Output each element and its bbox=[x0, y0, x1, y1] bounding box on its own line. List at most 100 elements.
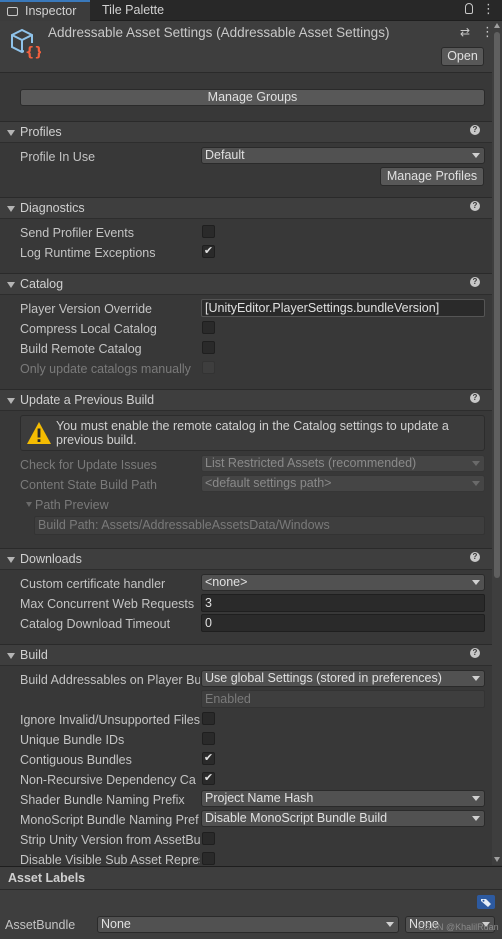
compress-local-catalog-checkbox[interactable] bbox=[202, 321, 215, 334]
monoscript-prefix-dropdown[interactable]: Disable MonoScript Bundle Build bbox=[201, 810, 485, 827]
preset-icon[interactable]: ⇄ bbox=[460, 25, 470, 39]
lock-icon[interactable] bbox=[465, 3, 473, 14]
chevron-down-icon bbox=[472, 676, 480, 681]
disable-visible-sub-asset-checkbox[interactable] bbox=[202, 852, 215, 865]
watermark: CSDN @KhalilRuan bbox=[418, 922, 499, 932]
disable-visible-sub-asset-label: Disable Visible Sub Asset Repres bbox=[20, 853, 200, 867]
build-remote-catalog-checkbox[interactable] bbox=[202, 341, 215, 354]
catalog-section-header[interactable]: Catalog ? bbox=[0, 273, 492, 295]
compress-local-catalog-label: Compress Local Catalog bbox=[20, 322, 157, 336]
tab-inspector-label: Inspector bbox=[25, 4, 77, 18]
warning-message: You must enable the remote catalog in th… bbox=[56, 419, 449, 447]
asset-labels-panel: Asset Labels AssetBundle None None CSDN … bbox=[0, 866, 502, 939]
help-icon[interactable]: ? bbox=[470, 552, 480, 562]
cert-handler-value: <none> bbox=[205, 575, 248, 589]
foldout-arrow-icon bbox=[7, 282, 15, 288]
warning-icon bbox=[27, 422, 51, 444]
check-update-issues-value: List Restricted Assets (recommended) bbox=[205, 456, 417, 470]
manage-profiles-button[interactable]: Manage Profiles bbox=[380, 167, 484, 186]
foldout-arrow-icon bbox=[7, 398, 15, 404]
warning-box: You must enable the remote catalog in th… bbox=[20, 415, 485, 451]
non-recursive-checkbox[interactable]: ✔ bbox=[202, 772, 215, 785]
scrollbar-thumb[interactable] bbox=[494, 32, 500, 578]
build-path-field: Build Path: Assets/AddressableAssetsData… bbox=[34, 516, 485, 535]
enabled-field: Enabled bbox=[201, 690, 485, 708]
player-version-override-label: Player Version Override bbox=[20, 302, 153, 316]
inspector-header: {} Addressable Asset Settings (Addressab… bbox=[0, 21, 494, 73]
log-runtime-exceptions-checkbox[interactable]: ✔ bbox=[202, 245, 215, 258]
player-version-override-input[interactable]: [UnityEditor.PlayerSettings.bundleVersio… bbox=[201, 299, 485, 317]
more-menu-icon[interactable]: ⋮ bbox=[482, 1, 495, 17]
unique-bundle-ids-label: Unique Bundle IDs bbox=[20, 733, 125, 747]
tab-tile-palette[interactable]: Tile Palette bbox=[102, 0, 182, 21]
content-state-path-value: <default settings path> bbox=[205, 476, 332, 490]
tab-tile-palette-label: Tile Palette bbox=[102, 3, 165, 17]
downloads-title: Downloads bbox=[20, 552, 82, 566]
assetbundle-label: AssetBundle bbox=[5, 918, 76, 932]
build-on-player-label: Build Addressables on Player Bu bbox=[20, 673, 200, 687]
scroll-down-icon[interactable] bbox=[494, 857, 500, 862]
build-on-player-value: Use global Settings (stored in preferenc… bbox=[205, 671, 442, 685]
foldout-arrow-icon bbox=[7, 653, 15, 659]
open-button[interactable]: Open bbox=[441, 47, 484, 66]
max-requests-label: Max Concurrent Web Requests bbox=[20, 597, 195, 611]
non-recursive-label: Non-Recursive Dependency Ca bbox=[20, 773, 196, 787]
help-icon[interactable]: ? bbox=[470, 125, 480, 135]
unique-bundle-ids-checkbox[interactable] bbox=[202, 732, 215, 745]
content-state-path-dropdown: <default settings path> bbox=[201, 475, 485, 492]
asset-labels-title: Asset Labels bbox=[8, 871, 86, 885]
downloads-section-header[interactable]: Downloads ? bbox=[0, 548, 492, 570]
chevron-down-icon bbox=[386, 922, 394, 927]
foldout-arrow-icon bbox=[7, 206, 15, 212]
help-icon[interactable]: ? bbox=[470, 277, 480, 287]
chevron-down-icon bbox=[472, 796, 480, 801]
label-tag-icon[interactable] bbox=[477, 895, 495, 909]
assetbundle-dropdown[interactable]: None bbox=[97, 916, 399, 933]
strip-unity-version-label: Strip Unity Version from AssetBu bbox=[20, 833, 200, 847]
diagnostics-section-header[interactable]: Diagnostics ? bbox=[0, 197, 492, 219]
only-update-manually-label: Only update catalogs manually bbox=[20, 362, 191, 376]
chevron-down-icon bbox=[472, 481, 480, 486]
chevron-down-icon bbox=[472, 153, 480, 158]
shader-prefix-dropdown[interactable]: Project Name Hash bbox=[201, 790, 485, 807]
timeout-label: Catalog Download Timeout bbox=[20, 617, 171, 631]
cert-handler-label: Custom certificate handler bbox=[20, 577, 166, 591]
ignore-invalid-checkbox[interactable] bbox=[202, 712, 215, 725]
help-icon[interactable]: ? bbox=[470, 393, 480, 403]
only-update-manually-checkbox bbox=[202, 361, 215, 374]
profile-in-use-label: Profile In Use bbox=[20, 150, 96, 164]
diagnostics-title: Diagnostics bbox=[20, 201, 85, 215]
content-state-path-label: Content State Build Path bbox=[20, 478, 157, 492]
manage-groups-button[interactable]: Manage Groups bbox=[20, 89, 485, 106]
help-icon[interactable]: ? bbox=[470, 648, 480, 658]
inspector-window: Inspector Tile Palette ⋮ {} Addressable … bbox=[0, 0, 502, 939]
update-build-section-header[interactable]: Update a Previous Build ? bbox=[0, 389, 492, 411]
profile-dropdown[interactable]: Default bbox=[201, 147, 485, 164]
chevron-down-icon bbox=[472, 461, 480, 466]
scroll-up-icon[interactable] bbox=[494, 23, 500, 28]
build-section-header[interactable]: Build ? bbox=[0, 644, 492, 666]
build-title: Build bbox=[20, 648, 48, 662]
help-icon[interactable]: ? bbox=[470, 201, 480, 211]
ignore-invalid-label: Ignore Invalid/Unsupported Files bbox=[20, 713, 200, 727]
chevron-down-icon bbox=[472, 580, 480, 585]
svg-text:{}: {} bbox=[25, 45, 41, 60]
profile-dropdown-value: Default bbox=[205, 148, 245, 162]
profiles-section-header[interactable]: Profiles ? bbox=[0, 121, 492, 143]
update-build-title: Update a Previous Build bbox=[20, 393, 155, 407]
cert-handler-dropdown[interactable]: <none> bbox=[201, 574, 485, 591]
tab-inspector[interactable]: Inspector bbox=[0, 0, 90, 21]
check-update-issues-dropdown: List Restricted Assets (recommended) bbox=[201, 455, 485, 472]
tab-bar: Inspector Tile Palette ⋮ bbox=[0, 0, 502, 21]
strip-unity-version-checkbox[interactable] bbox=[202, 832, 215, 845]
monoscript-prefix-label: MonoScript Bundle Naming Pref bbox=[20, 813, 199, 827]
max-requests-input[interactable]: 3 bbox=[201, 594, 485, 612]
timeout-input[interactable]: 0 bbox=[201, 614, 485, 632]
build-on-player-dropdown[interactable]: Use global Settings (stored in preferenc… bbox=[201, 670, 485, 687]
build-remote-catalog-label: Build Remote Catalog bbox=[20, 342, 142, 356]
divider bbox=[0, 889, 502, 890]
contiguous-bundles-checkbox[interactable]: ✔ bbox=[202, 752, 215, 765]
send-profiler-events-checkbox[interactable] bbox=[202, 225, 215, 238]
shader-prefix-value: Project Name Hash bbox=[205, 791, 314, 805]
catalog-title: Catalog bbox=[20, 277, 64, 291]
